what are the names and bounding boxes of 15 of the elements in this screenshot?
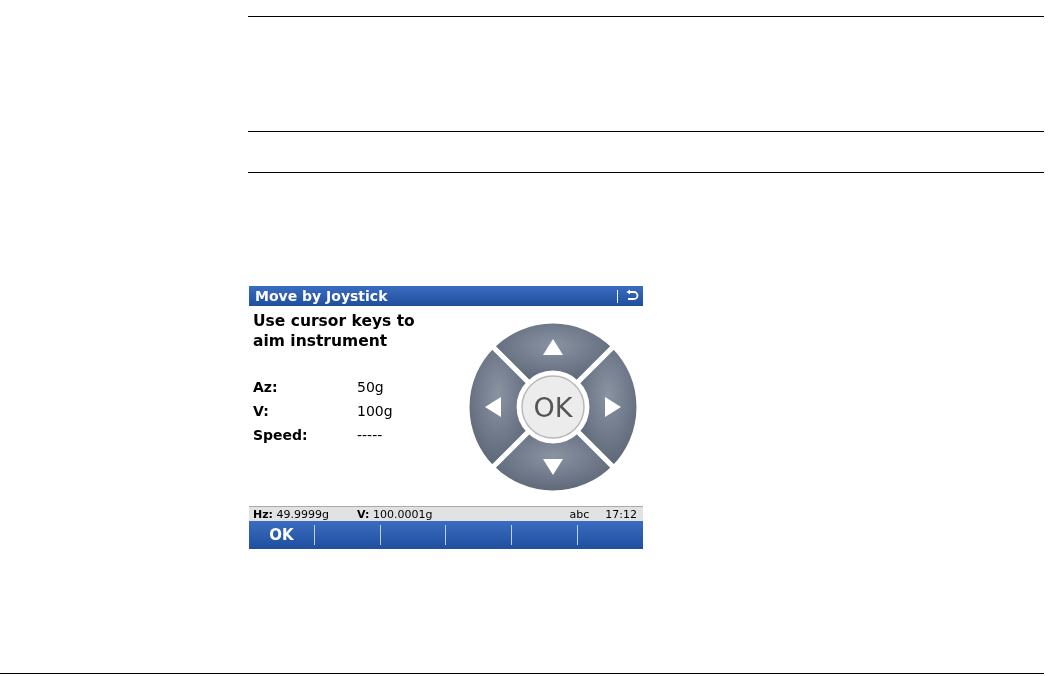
field-label: V:: [253, 403, 270, 419]
window-title: Move by Joystick: [255, 288, 389, 304]
hz-reading: Hz: 49.9999g: [253, 507, 329, 521]
instruction-text: Use cursor keys to aim instrument: [253, 311, 416, 351]
softkey[interactable]: OK: [249, 525, 314, 545]
clock-time: 17:12: [605, 507, 637, 521]
field-value: 100g: [357, 403, 393, 419]
input-mode: abc: [569, 507, 590, 521]
field-value: 50g: [357, 379, 384, 395]
field-label: Az:: [253, 379, 279, 395]
v-reading: V: 100.0001g: [357, 507, 433, 521]
back-icon[interactable]: [625, 289, 639, 303]
field-value: -----: [357, 427, 383, 443]
direction-pad[interactable]: OK: [463, 317, 643, 497]
field-label: Speed:: [253, 427, 309, 443]
